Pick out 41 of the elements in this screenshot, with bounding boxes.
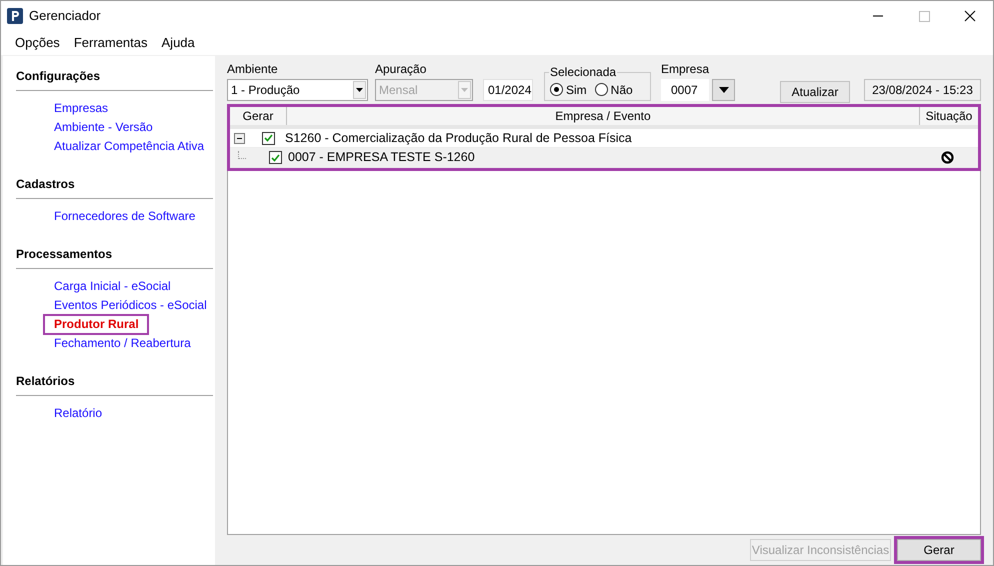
sidebar-link[interactable]: Fornecedores de Software — [54, 207, 215, 226]
sidebar-link[interactable]: Atualizar Competência Ativa — [54, 137, 215, 156]
section-heading: Cadastros — [16, 168, 213, 199]
sidebar-link[interactable]: Eventos Periódicos - eSocial — [54, 296, 215, 315]
dropdown-button[interactable] — [712, 79, 735, 101]
event-name: S1260 - Comercialização da Produção Rural de Pessoa Física — [285, 130, 632, 147]
app-logo-icon — [7, 8, 23, 24]
caret-icon[interactable] — [718, 87, 728, 93]
section-heading: Processamentos — [16, 238, 213, 269]
field-label: Empresa — [661, 62, 710, 76]
radio-button[interactable]: Não — [594, 80, 633, 98]
empresa-field[interactable]: 0007 — [661, 79, 709, 101]
section-heading: Relatórios — [16, 365, 213, 396]
radio-button[interactable]: Sim — [550, 80, 587, 98]
column-header[interactable]: Gerar — [230, 107, 287, 125]
checkbox[interactable] — [269, 151, 282, 164]
caret-icon[interactable] — [356, 88, 363, 92]
field-label: Ambiente — [227, 62, 279, 76]
sidebar-link[interactable]: Fechamento / Reabertura — [54, 334, 215, 353]
ambiente-dropdown[interactable]: 1 - Produção — [227, 79, 368, 101]
period-field[interactable]: 01/2024 — [483, 79, 533, 101]
column-header[interactable]: Empresa / Evento — [287, 107, 920, 125]
menu-item[interactable]: Opções — [8, 33, 67, 53]
atualizar-button[interactable]: Atualizar — [780, 81, 850, 103]
column-header[interactable]: Situação — [920, 107, 978, 125]
window-title: Gerenciador — [29, 7, 101, 26]
section-heading: Configurações — [16, 60, 213, 91]
field-label: Apuração — [375, 62, 428, 76]
group-label: Selecionada — [549, 65, 618, 79]
sidebar-link[interactable]: Relatório — [54, 404, 215, 423]
sidebar-link[interactable]: Produtor Rural — [43, 314, 149, 335]
timestamp-field: 23/08/2024 - 15:23 — [864, 79, 981, 101]
generate-button[interactable]: Gerar — [897, 539, 981, 561]
menu-item[interactable]: Ferramentas — [66, 33, 155, 53]
sidebar-link[interactable]: Ambiente - Versão — [54, 118, 215, 137]
menu-item[interactable]: Ajuda — [154, 33, 202, 53]
sidebar-link[interactable]: Empresas — [54, 99, 215, 118]
sidebar-link[interactable]: Carga Inicial - eSocial — [54, 277, 215, 296]
tree-line — [238, 150, 246, 158]
checkbox[interactable] — [262, 132, 275, 144]
company-name: 0007 - EMPRESA TESTE S-1260 — [288, 149, 476, 166]
